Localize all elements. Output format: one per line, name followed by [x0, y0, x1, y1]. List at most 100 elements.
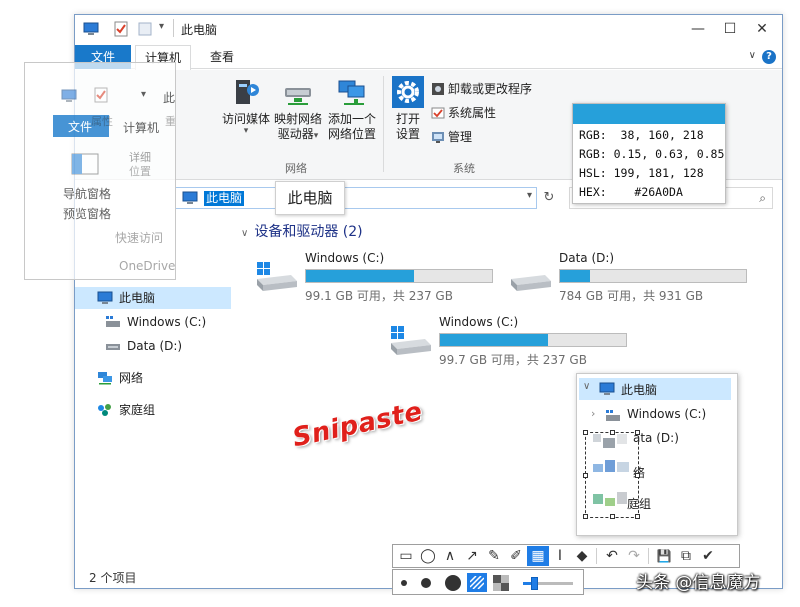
nav-item-homegroup[interactable]: 家庭组	[75, 399, 231, 421]
drive-usage-bar	[439, 333, 627, 347]
snip-this-pc-label: 此电脑	[621, 383, 658, 397]
drive-name: Data (D:)	[559, 251, 615, 265]
add-network-location-button[interactable]: 添加一个 网络位置	[325, 76, 379, 142]
manage-icon	[432, 132, 444, 143]
color-info-popup: RGB: 38, 160, 218 RGB: 0.15, 0.63, 0.85 …	[572, 103, 726, 204]
hsl-value: 199, 181, 128	[606, 166, 704, 180]
ribbon-tabs: 文件 计算机 查看 ∨ ?	[75, 45, 782, 70]
brush-size-small-icon[interactable]	[401, 580, 407, 586]
search-icon[interactable]: ⌕	[759, 191, 766, 206]
chevron-down-icon: ▾	[243, 126, 249, 136]
mosaic-mode-icon[interactable]	[493, 575, 509, 591]
arrow-tool-icon[interactable]: ↗	[461, 546, 483, 566]
drive-size-text: 784 GB 可用，共 931 GB	[559, 289, 704, 303]
blur-mode-icon[interactable]	[467, 573, 487, 592]
ghost-fragment-rename: 重命名	[165, 115, 176, 128]
drive-windows-c-copy[interactable]: Windows (C:) 99.7 GB 可用，共 237 GB	[389, 315, 639, 371]
drive-name: Windows (C:)	[305, 251, 385, 265]
window-title: 此电脑	[181, 23, 218, 37]
tree-snip[interactable]: ∨ 此电脑 › Windows (C:) ata (D:) 络 庭组	[576, 373, 738, 536]
quick-access-dropdown-icon[interactable]: ▾	[159, 21, 164, 32]
strength-slider-knob[interactable]	[531, 577, 538, 590]
ghost-quick-access: 快速访问	[115, 231, 164, 245]
drive-usage-fill	[440, 334, 548, 346]
mosaic-tool-icon[interactable]: ▦	[527, 546, 549, 566]
snipaste-toolbar: ▭ ◯ ∧ ↗ ✎ ✐ ▦ I ◆ ↶ ↷ 💾 ⧉ ✔	[392, 544, 740, 568]
marker-tool-icon[interactable]: ✐	[505, 546, 527, 566]
computer-icon	[61, 89, 77, 102]
ghost-nav-pane: 导航窗格	[63, 187, 112, 201]
redo-icon[interactable]: ↷	[623, 546, 645, 566]
nav-item-label: 家庭组	[119, 403, 156, 417]
map-drive-icon	[285, 88, 311, 105]
address-path[interactable]: 此电脑	[204, 191, 245, 206]
drive-icon	[106, 316, 120, 327]
uninstall-button[interactable]: 卸载或更改程序	[431, 80, 532, 97]
address-input[interactable]: 此电脑 ▾	[175, 187, 537, 209]
minimize-button[interactable]: —	[683, 18, 713, 40]
homegroup-icon	[98, 404, 111, 416]
resize-handle[interactable]	[583, 473, 588, 478]
resize-handle[interactable]	[610, 430, 615, 435]
manage-button[interactable]: 管理	[431, 128, 472, 145]
undo-icon[interactable]: ↶	[601, 546, 623, 566]
brush-size-medium-icon[interactable]	[421, 578, 431, 588]
address-tooltip: 此电脑	[275, 181, 345, 215]
chevron-down-icon: ▾	[141, 89, 147, 100]
drive-data-d[interactable]: Data (D:) 784 GB 可用，共 931 GB	[509, 251, 759, 307]
tab-view[interactable]: 查看	[197, 45, 247, 69]
properties-icon[interactable]	[113, 21, 129, 37]
nav-item-network[interactable]: 网络	[75, 367, 231, 389]
brush-size-large-icon[interactable]	[445, 575, 461, 591]
confirm-icon[interactable]: ✔	[697, 546, 719, 566]
rgb-float-value: 0.15, 0.63, 0.85	[606, 147, 725, 161]
maximize-button[interactable]: ☐	[715, 18, 745, 40]
close-button[interactable]: ✕	[747, 18, 777, 40]
copy-icon[interactable]: ⧉	[675, 546, 697, 566]
toolbar-separator	[648, 548, 649, 564]
manage-label: 管理	[448, 130, 473, 144]
drive-usage-fill	[560, 270, 590, 282]
rgb-float-label: RGB:	[579, 147, 607, 161]
nav-item-windows-c[interactable]: Windows (C:)	[75, 311, 231, 333]
nav-item-this-pc[interactable]: 此电脑	[75, 287, 231, 309]
selection-rectangle[interactable]	[583, 430, 640, 519]
drive-windows-c[interactable]: Windows (C:) 99.1 GB 可用，共 237 GB	[255, 251, 505, 307]
ghost-onedrive: OneDrive	[119, 259, 176, 273]
eraser-tool-icon[interactable]: ◆	[571, 546, 593, 566]
nav-item-data-d[interactable]: Data (D:)	[75, 335, 231, 357]
ellipse-tool-icon[interactable]: ◯	[417, 546, 439, 566]
pencil-tool-icon[interactable]: ✎	[483, 546, 505, 566]
polyline-tool-icon[interactable]: ∧	[439, 546, 461, 566]
resize-handle[interactable]	[635, 514, 640, 519]
chevron-down-icon[interactable]: ∨	[749, 50, 756, 61]
save-icon[interactable]: 💾	[653, 546, 675, 566]
rgb-int-row: RGB: 38, 160, 218	[579, 128, 704, 142]
help-button[interactable]: ?	[762, 50, 776, 64]
strength-slider[interactable]	[523, 577, 573, 590]
map-drive-button[interactable]: 映射网络 驱动器▾	[271, 76, 325, 144]
system-properties-icon	[431, 107, 445, 119]
new-folder-icon[interactable]	[137, 21, 153, 37]
hsl-row: HSL: 199, 181, 128	[579, 166, 704, 180]
title-bar[interactable]: ▾ 此电脑 — ☐ ✕	[75, 15, 782, 43]
open-settings-button[interactable]: 打开 设置	[387, 76, 429, 142]
resize-handle[interactable]	[635, 430, 640, 435]
resize-handle[interactable]	[583, 430, 588, 435]
add-location-label-1: 添加一个	[327, 112, 376, 126]
resize-handle[interactable]	[583, 514, 588, 519]
ghost-tab-computer: 计算机	[123, 121, 160, 135]
rectangle-tool-icon[interactable]: ▭	[395, 546, 417, 566]
address-dropdown-icon[interactable]: ▾	[527, 190, 532, 201]
ghost-snip-overlay[interactable]: ▾ 此 文件 计算机 属性 重命名 详细 位置 导航窗格 预览窗格 快速访问 O…	[24, 62, 176, 280]
text-tool-icon[interactable]: I	[549, 546, 571, 566]
group-header[interactable]: ∨ 设备和驱动器 (2)	[241, 221, 363, 241]
uninstall-icon	[432, 83, 444, 95]
system-properties-button[interactable]: 系统属性	[431, 104, 496, 121]
resize-handle[interactable]	[635, 473, 640, 478]
properties-icon	[94, 87, 108, 103]
refresh-button[interactable]: ↻	[539, 187, 559, 209]
resize-handle[interactable]	[610, 514, 615, 519]
access-media-button[interactable]: 访问媒体 ▾	[221, 76, 271, 136]
ghost-preview-pane: 预览窗格	[63, 207, 112, 221]
